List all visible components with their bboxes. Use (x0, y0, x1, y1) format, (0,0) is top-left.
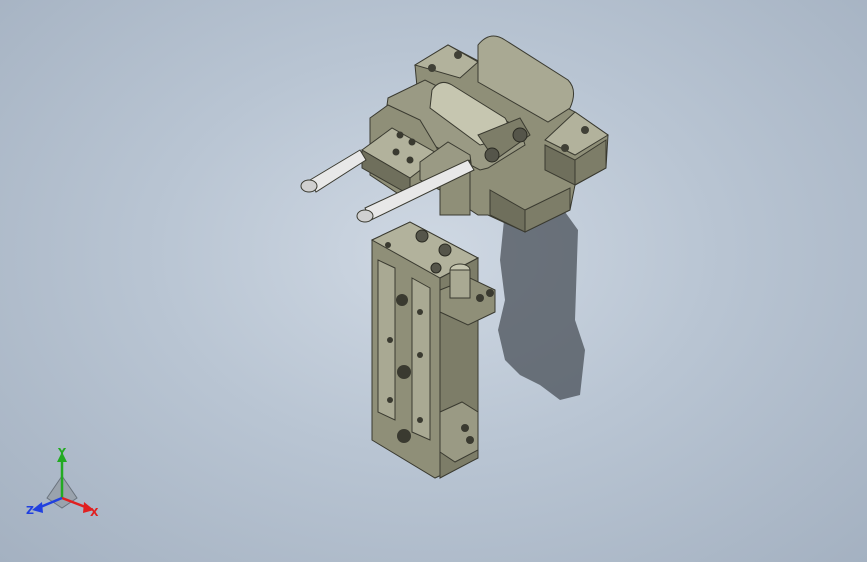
z-axis-label: Z (26, 504, 34, 517)
x-axis-label: X (90, 506, 99, 519)
linear-actuator[interactable] (370, 221, 496, 479)
model-shadow (498, 205, 585, 400)
3d-model-view[interactable] (0, 0, 867, 562)
orientation-triad[interactable]: Y X Z (22, 446, 112, 526)
y-axis-label: Y (57, 446, 67, 459)
graphics-viewport[interactable]: Y X Z (0, 0, 867, 562)
